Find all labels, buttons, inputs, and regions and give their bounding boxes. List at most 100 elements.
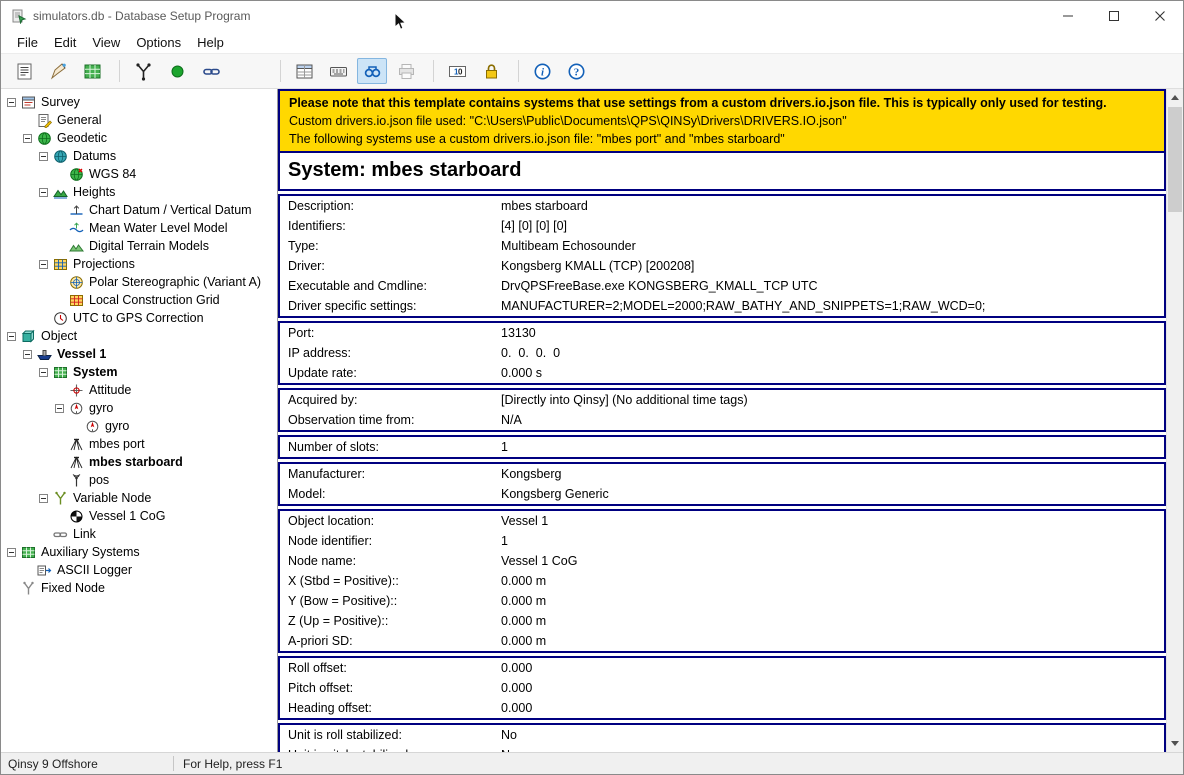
- tree-item-label: Local Construction Grid: [89, 293, 220, 307]
- expander-minus-icon[interactable]: [7, 548, 16, 557]
- tree-item-mbes-starboard[interactable]: mbes starboard: [1, 453, 277, 471]
- grid-editor-button[interactable]: [77, 58, 107, 84]
- tree-item-geodetic[interactable]: Geodetic: [1, 129, 277, 147]
- field-label: Update rate:: [288, 365, 501, 381]
- tree-item-ascii-logger[interactable]: ASCII Logger: [1, 561, 277, 579]
- expander-minus-icon[interactable]: [39, 152, 48, 161]
- tree-item-label: Vessel 1 CoG: [89, 509, 165, 523]
- menu-edit[interactable]: Edit: [46, 33, 84, 52]
- attitude-icon: [69, 383, 84, 398]
- field-row: Driver:Kongsberg KMALL (TCP) [200208]: [280, 256, 1164, 276]
- table-view-button[interactable]: [289, 58, 319, 84]
- expander-spacer: [23, 116, 32, 125]
- expander-minus-icon[interactable]: [39, 368, 48, 377]
- scroll-down-arrow-icon[interactable]: [1167, 735, 1183, 752]
- tree-item-label: Mean Water Level Model: [89, 221, 228, 235]
- tree-item-gyro[interactable]: gyro: [1, 399, 277, 417]
- tree-item-local-construction-grid[interactable]: Local Construction Grid: [1, 291, 277, 309]
- io-icon: 10: [448, 62, 467, 81]
- tree-item-label: Auxiliary Systems: [41, 545, 140, 559]
- tree-item-wgs-84[interactable]: WGS 84: [1, 165, 277, 183]
- scroll-up-arrow-icon[interactable]: [1167, 89, 1183, 106]
- tree-item-polar-stereographic-variant-a[interactable]: Polar Stereographic (Variant A): [1, 273, 277, 291]
- tree-item-vessel-1-cog[interactable]: Vessel 1 CoG: [1, 507, 277, 525]
- expander-minus-icon[interactable]: [23, 134, 32, 143]
- tree-item-utc-to-gps-correction[interactable]: UTC to GPS Correction: [1, 309, 277, 327]
- info-button[interactable]: i: [527, 58, 557, 84]
- menu-help[interactable]: Help: [189, 33, 232, 52]
- tree-item-vessel-1[interactable]: Vessel 1: [1, 345, 277, 363]
- tree-item-fixed-node[interactable]: Fixed Node: [1, 579, 277, 597]
- menu-view[interactable]: View: [84, 33, 128, 52]
- maximize-button[interactable]: [1091, 1, 1137, 31]
- keyboard-setup-button[interactable]: [323, 58, 353, 84]
- status-bar: Qinsy 9 Offshore For Help, press F1: [1, 752, 1183, 774]
- field-label: Model:: [288, 486, 501, 502]
- expander-spacer: [55, 170, 64, 179]
- tree-item-gyro[interactable]: gyro: [1, 417, 277, 435]
- tree-item-label: Geodetic: [57, 131, 107, 145]
- vessel-icon: [37, 347, 52, 362]
- expander-minus-icon[interactable]: [23, 350, 32, 359]
- menu-file[interactable]: File: [9, 33, 46, 52]
- expander-minus-icon[interactable]: [39, 260, 48, 269]
- field-label: Description:: [288, 198, 501, 214]
- app-icon: [11, 8, 27, 24]
- field-row: Unit is roll stabilized:No: [280, 725, 1164, 745]
- tree-item-heights[interactable]: Heights: [1, 183, 277, 201]
- printer-icon: [397, 62, 416, 81]
- io-tester-button[interactable]: 10: [442, 58, 472, 84]
- minimize-button[interactable]: [1045, 1, 1091, 31]
- ascii-logger-icon: [37, 563, 52, 578]
- wizard-button[interactable]: [43, 58, 73, 84]
- chart-datum-icon: [69, 203, 84, 218]
- node-tool-button[interactable]: [128, 58, 158, 84]
- field-row: Unit is pitch stabilized:No: [280, 745, 1164, 752]
- expander-minus-icon[interactable]: [55, 404, 64, 413]
- print-button[interactable]: [391, 58, 421, 84]
- tree-item-datums[interactable]: Datums: [1, 147, 277, 165]
- scrollbar-thumb[interactable]: [1168, 107, 1182, 212]
- vertical-scrollbar[interactable]: [1166, 89, 1183, 752]
- tree-item-mean-water-level-model[interactable]: Mean Water Level Model: [1, 219, 277, 237]
- expander-minus-icon[interactable]: [39, 494, 48, 503]
- tree-item-auxiliary-systems[interactable]: Auxiliary Systems: [1, 543, 277, 561]
- toolbar-separator: [119, 60, 120, 82]
- expander-minus-icon[interactable]: [39, 188, 48, 197]
- tree-item-chart-datum-vertical-datum[interactable]: Chart Datum / Vertical Datum: [1, 201, 277, 219]
- tree-item-link[interactable]: Link: [1, 525, 277, 543]
- tree-item-variable-node[interactable]: Variable Node: [1, 489, 277, 507]
- field-row: Acquired by:[Directly into Qinsy] (No ad…: [280, 390, 1164, 410]
- field-row: Z (Up = Positive)::0.000 m: [280, 611, 1164, 631]
- tree-item-system[interactable]: System: [1, 363, 277, 381]
- keyboard-icon: [329, 62, 348, 81]
- database-setup-button[interactable]: [357, 58, 387, 84]
- survey-icon: [21, 95, 36, 110]
- lock-button[interactable]: [476, 58, 506, 84]
- help-button[interactable]: ?: [561, 58, 591, 84]
- tree-item-pos[interactable]: pos: [1, 471, 277, 489]
- expander-minus-icon[interactable]: [7, 332, 16, 341]
- tree-item-attitude[interactable]: Attitude: [1, 381, 277, 399]
- close-button[interactable]: [1137, 1, 1183, 31]
- field-label: A-priori SD:: [288, 633, 501, 649]
- tree-item-digital-terrain-models[interactable]: Digital Terrain Models: [1, 237, 277, 255]
- scrollbar-track[interactable]: [1167, 106, 1183, 735]
- record-icon: [168, 62, 187, 81]
- tree-item-general[interactable]: General: [1, 111, 277, 129]
- expander-minus-icon[interactable]: [7, 98, 16, 107]
- link-tool-button[interactable]: [196, 58, 226, 84]
- menu-options[interactable]: Options: [128, 33, 189, 52]
- construction-grid-icon: [69, 293, 84, 308]
- record-button[interactable]: [162, 58, 192, 84]
- tree-item-object[interactable]: Object: [1, 327, 277, 345]
- summary-view-button[interactable]: [9, 58, 39, 84]
- geodetic-icon: [37, 131, 52, 146]
- banner-line-3: The following systems use a custom drive…: [289, 130, 1155, 148]
- tree-item-projections[interactable]: Projections: [1, 255, 277, 273]
- doc-lines-icon: [15, 62, 34, 81]
- tree-item-mbes-port[interactable]: mbes port: [1, 435, 277, 453]
- tree-item-survey[interactable]: Survey: [1, 93, 277, 111]
- system-icon: [53, 365, 68, 380]
- field-value: 0.000: [501, 660, 1156, 676]
